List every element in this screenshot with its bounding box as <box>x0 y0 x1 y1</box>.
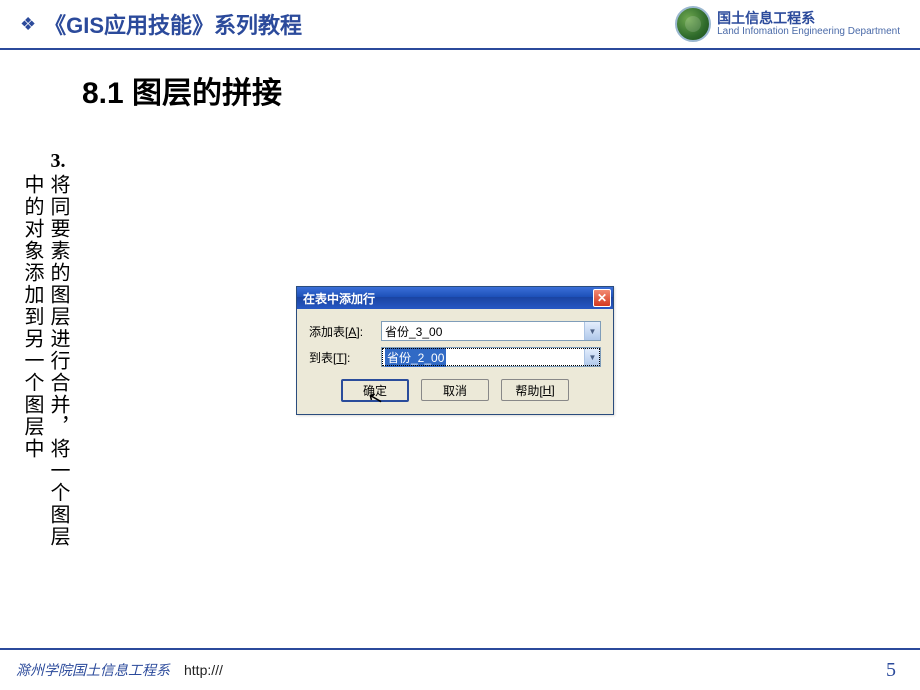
dialog-titlebar[interactable]: 在表中添加行 ✕ <box>297 287 613 309</box>
add-table-combo[interactable]: 省份_3_00 ▼ <box>381 321 601 341</box>
page-number: 5 <box>886 659 896 682</box>
header-right: 国土信息工程系 Land Infomation Engineering Depa… <box>675 6 900 42</box>
dialog-buttons: 确定 取消 帮助[H] <box>309 379 601 402</box>
footer-org: 滁州学院国土信息工程系 <box>16 660 170 680</box>
bullet-diamond-icon: ❖ <box>20 14 36 35</box>
bullet-number: 3. <box>51 150 66 174</box>
header-left: ❖ 《GIS应用技能》系列教程 <box>20 8 302 40</box>
dialog-body: 添加表[A]: 省份_3_00 ▼ 到表[T]: 省份_2_00 ▼ 确定 取消… <box>297 309 613 414</box>
slide-title: 8.1 图层的拼接 <box>0 50 920 112</box>
chevron-down-icon[interactable]: ▼ <box>584 322 600 340</box>
add-rows-dialog: 在表中添加行 ✕ 添加表[A]: 省份_3_00 ▼ 到表[T]: 省份_2_0… <box>296 286 614 415</box>
dept-name-en: Land Infomation Engineering Department <box>717 26 900 38</box>
department-logo-icon <box>675 6 711 42</box>
footer-link: http:/// <box>184 662 223 678</box>
slide-header: ❖ 《GIS应用技能》系列教程 国土信息工程系 Land Infomation … <box>0 0 920 50</box>
dialog-title: 在表中添加行 <box>303 290 375 307</box>
slide-footer: 滁州学院国土信息工程系 http:/// 5 <box>0 648 920 690</box>
series-title: 《GIS应用技能》系列教程 <box>44 8 302 40</box>
close-button[interactable]: ✕ <box>593 289 611 307</box>
body-line-2: 中的对象添加到另一个图层中 <box>20 174 44 548</box>
body-text: 3. 将同要素的图层进行合并，将一个图层 中的对象添加到另一个图层中 <box>20 150 70 548</box>
department-label: 国土信息工程系 Land Infomation Engineering Depa… <box>717 10 900 39</box>
to-table-label: 到表[T]: <box>309 349 381 366</box>
add-table-label: 添加表[A]: <box>309 323 381 340</box>
cancel-button[interactable]: 取消 <box>421 379 489 401</box>
body-line-1: 将同要素的图层进行合并，将一个图层 <box>46 174 70 548</box>
add-table-value: 省份_3_00 <box>385 323 442 340</box>
chevron-down-icon[interactable]: ▼ <box>584 348 600 366</box>
to-table-row: 到表[T]: 省份_2_00 ▼ <box>309 347 601 367</box>
add-table-row: 添加表[A]: 省份_3_00 ▼ <box>309 321 601 341</box>
close-icon: ✕ <box>597 292 607 304</box>
to-table-value: 省份_2_00 <box>385 348 446 367</box>
to-table-combo[interactable]: 省份_2_00 ▼ <box>381 347 601 367</box>
help-button[interactable]: 帮助[H] <box>501 379 569 401</box>
ok-button[interactable]: 确定 <box>341 379 409 402</box>
dept-name-cn: 国土信息工程系 <box>717 10 900 27</box>
